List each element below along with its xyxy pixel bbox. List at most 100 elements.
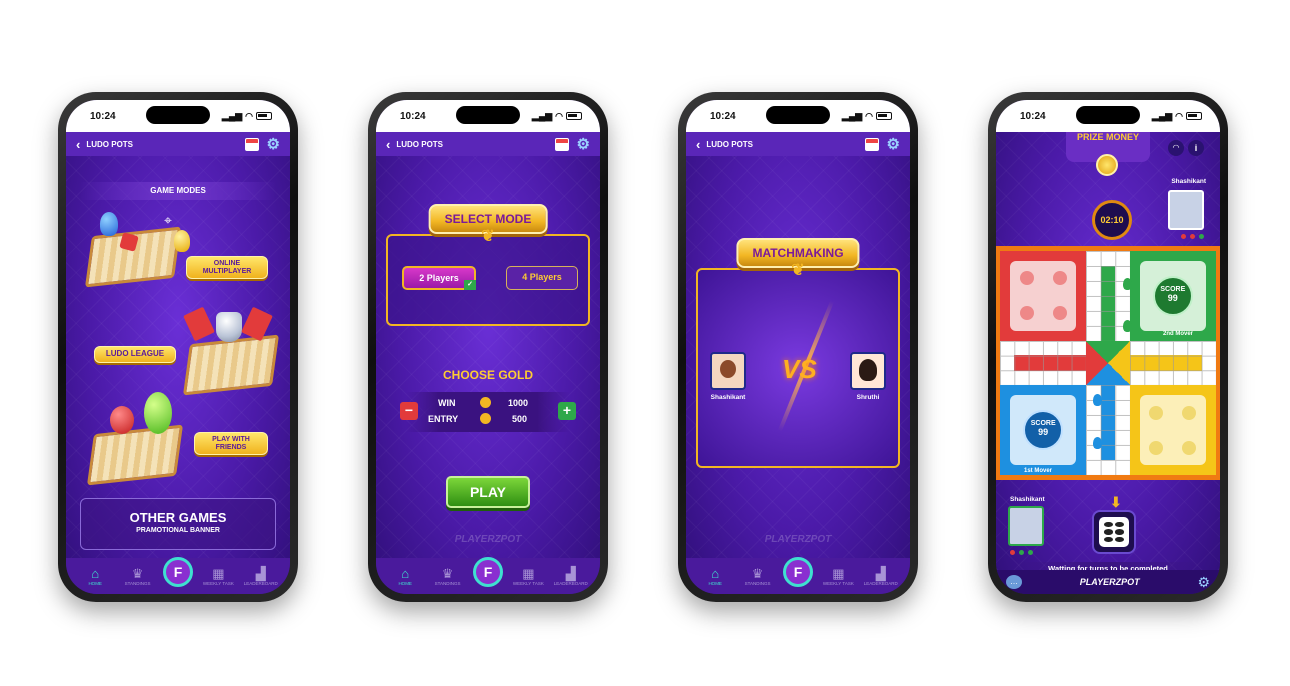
chat-icon[interactable]: … [1006,575,1022,589]
bottom-player-avatar [1008,506,1044,546]
calendar-icon: ▦ [832,565,845,581]
matchmaking-banner: MATCHMAKING [736,238,860,268]
right-track [1129,340,1216,386]
home-icon: ⌂ [91,565,100,581]
coin-icon [480,397,491,408]
top-bar: ‹ LUDO POTS ⚙ [66,132,290,156]
dynamic-island [766,106,830,124]
nav-home-label: HOME [398,580,412,586]
minus-button[interactable]: − [400,402,418,420]
nav-leaderboard[interactable]: ▟ LEADERBOARD [554,567,588,586]
player-left-name: Shashikant [710,394,746,401]
nav-weekly-task[interactable]: ▦ WEEKLY TASK [201,567,235,586]
bottom-player-lives [1010,550,1033,555]
life-dot [1019,550,1024,555]
nav-leaderboard-label: LEADERBOARD [863,580,898,586]
ludo-board[interactable]: SCORE 99 2nd Mover SCORE 99 1st Mover [1000,251,1216,475]
nav-standings-label: STANDINGS [434,580,461,586]
shop-icon[interactable] [864,137,879,151]
nav-weekly-task[interactable]: ▦ WEEKLY TASK [511,567,545,586]
battery-icon [1186,112,1202,120]
screen-matchmaking: 10:24 ▂▄▆◠ ‹ LUDO POTS ⚙ MATCHMAKING Sha… [686,100,910,594]
red-home [1000,251,1087,341]
other-games-title: OTHER GAMES [129,510,227,525]
info-icon[interactable]: i [1188,140,1204,156]
left-track [1000,340,1087,386]
nav-standings-label: STANDINGS [744,580,771,586]
two-players-label: 2 Players [419,273,459,283]
header-title: LUDO POTS [86,139,134,149]
shop-icon[interactable] [244,137,259,151]
center-f-button[interactable]: F [782,557,813,587]
back-icon[interactable]: ‹ [76,137,80,152]
four-players-option[interactable]: 4 Players [506,266,578,290]
status-bar: 10:24 ▂▄▆ ◠ [686,100,910,132]
blue-caption: 1st Mover [1023,468,1052,474]
blue-home: SCORE 99 [1000,385,1087,475]
top-bar: ‹ LUDO POTS ⚙ [376,132,600,156]
other-games-banner[interactable]: OTHER GAMES PRAMOTIONAL BANNER [80,498,276,550]
bottom-nav: ⌂ HOME ♛ STANDINGS F ▦ WEEKLY TASK ▟ LEADERB… [376,557,600,594]
leaderboard-icon: ▟ [565,565,576,581]
nav-weekly-label: WEEKLY TASK [822,580,854,586]
avatar-face-icon [720,360,736,378]
green-token[interactable] [1123,320,1133,333]
status-bar: 10:24 ▂▄▆ ◠ [66,100,290,132]
avatar-right [850,352,886,390]
play-button[interactable]: PLAY [446,476,530,508]
entry-value: 500 [512,414,528,424]
nav-weekly-label: WEEKLY TASK [512,580,544,586]
ludo-board-frame: SCORE 99 2nd Mover SCORE 99 1st Mover [996,246,1220,480]
nav-leaderboard[interactable]: ▟ LEADERBOARD [864,567,898,586]
leaderboard-icon: ▟ [255,565,266,581]
status-time: 10:24 [1020,110,1046,122]
dice-button[interactable] [1092,510,1136,554]
blue-token[interactable] [1092,394,1102,407]
flag-left-icon [183,306,215,342]
nav-home[interactable]: ⌂ HOME [78,567,112,586]
nav-home[interactable]: ⌂ HOME [698,567,732,586]
nav-standings[interactable]: ♛ STANDINGS [121,567,155,586]
center-f-button[interactable]: F [472,557,503,587]
home-icon: ⌂ [401,565,410,581]
leaderboard-icon: ▟ [875,565,886,581]
plus-button[interactable]: + [558,402,576,420]
life-dot [1028,550,1033,555]
back-icon[interactable]: ‹ [386,137,390,152]
nav-leaderboard-label: LEADERBOARD [243,580,278,586]
phone-select-mode: 10:24 ▂▄▆◠ ‹ LUDO POTS ⚙ SELECT MODE 2 P… [368,92,608,602]
nav-home[interactable]: ⌂ HOME [388,567,422,586]
gear-icon[interactable]: ⚙ [887,137,900,152]
nav-weekly-task[interactable]: ▦ WEEKLY TASK [821,567,855,586]
section-title: GAME MODES [80,182,276,200]
choose-gold-label: CHOOSE GOLD [442,368,533,382]
shop-icon[interactable] [554,137,569,151]
back-icon[interactable]: ‹ [696,137,700,152]
green-token[interactable] [1123,277,1133,290]
status-icons: ▂▄▆ ◠ [532,111,582,122]
brand-logo: PLAYERZPOT [1079,577,1140,587]
top-player-lives [1181,234,1204,239]
life-dot [1190,234,1195,239]
location-pin-icon: ⌖ [164,212,172,228]
blue-pawn-icon [100,212,118,236]
green-home-inner: SCORE 99 [1139,261,1206,331]
select-mode-banner: SELECT MODE [428,204,548,234]
nav-standings[interactable]: ♛ STANDINGS [431,567,465,586]
signal-icon: ▂▄▆ [841,110,863,121]
center-f-button[interactable]: F [162,557,193,587]
turn-timer: 02:10 [1092,200,1132,240]
blue-token[interactable] [1092,436,1102,449]
gear-icon[interactable]: ⚙ [267,137,280,152]
two-players-option[interactable]: 2 Players ✓ [402,266,476,290]
battery-icon [256,112,272,120]
gear-icon[interactable]: ⚙ [577,137,590,152]
nav-leaderboard[interactable]: ▟ LEADERBOARD [244,567,278,586]
nav-standings-label: STANDINGS [124,580,151,586]
green-score-badge: SCORE 99 [1152,275,1193,316]
gear-icon[interactable]: ⚙ [1197,574,1210,591]
green-score-value: 99 [1167,292,1178,303]
nav-standings[interactable]: ♛ STANDINGS [741,567,775,586]
phone-ludo-board: 10:24 ▂▄▆ ◠ PRIZE MONEY ◠ i 02:10 Shashik… [988,92,1228,602]
calendar-icon: ▦ [522,565,535,581]
